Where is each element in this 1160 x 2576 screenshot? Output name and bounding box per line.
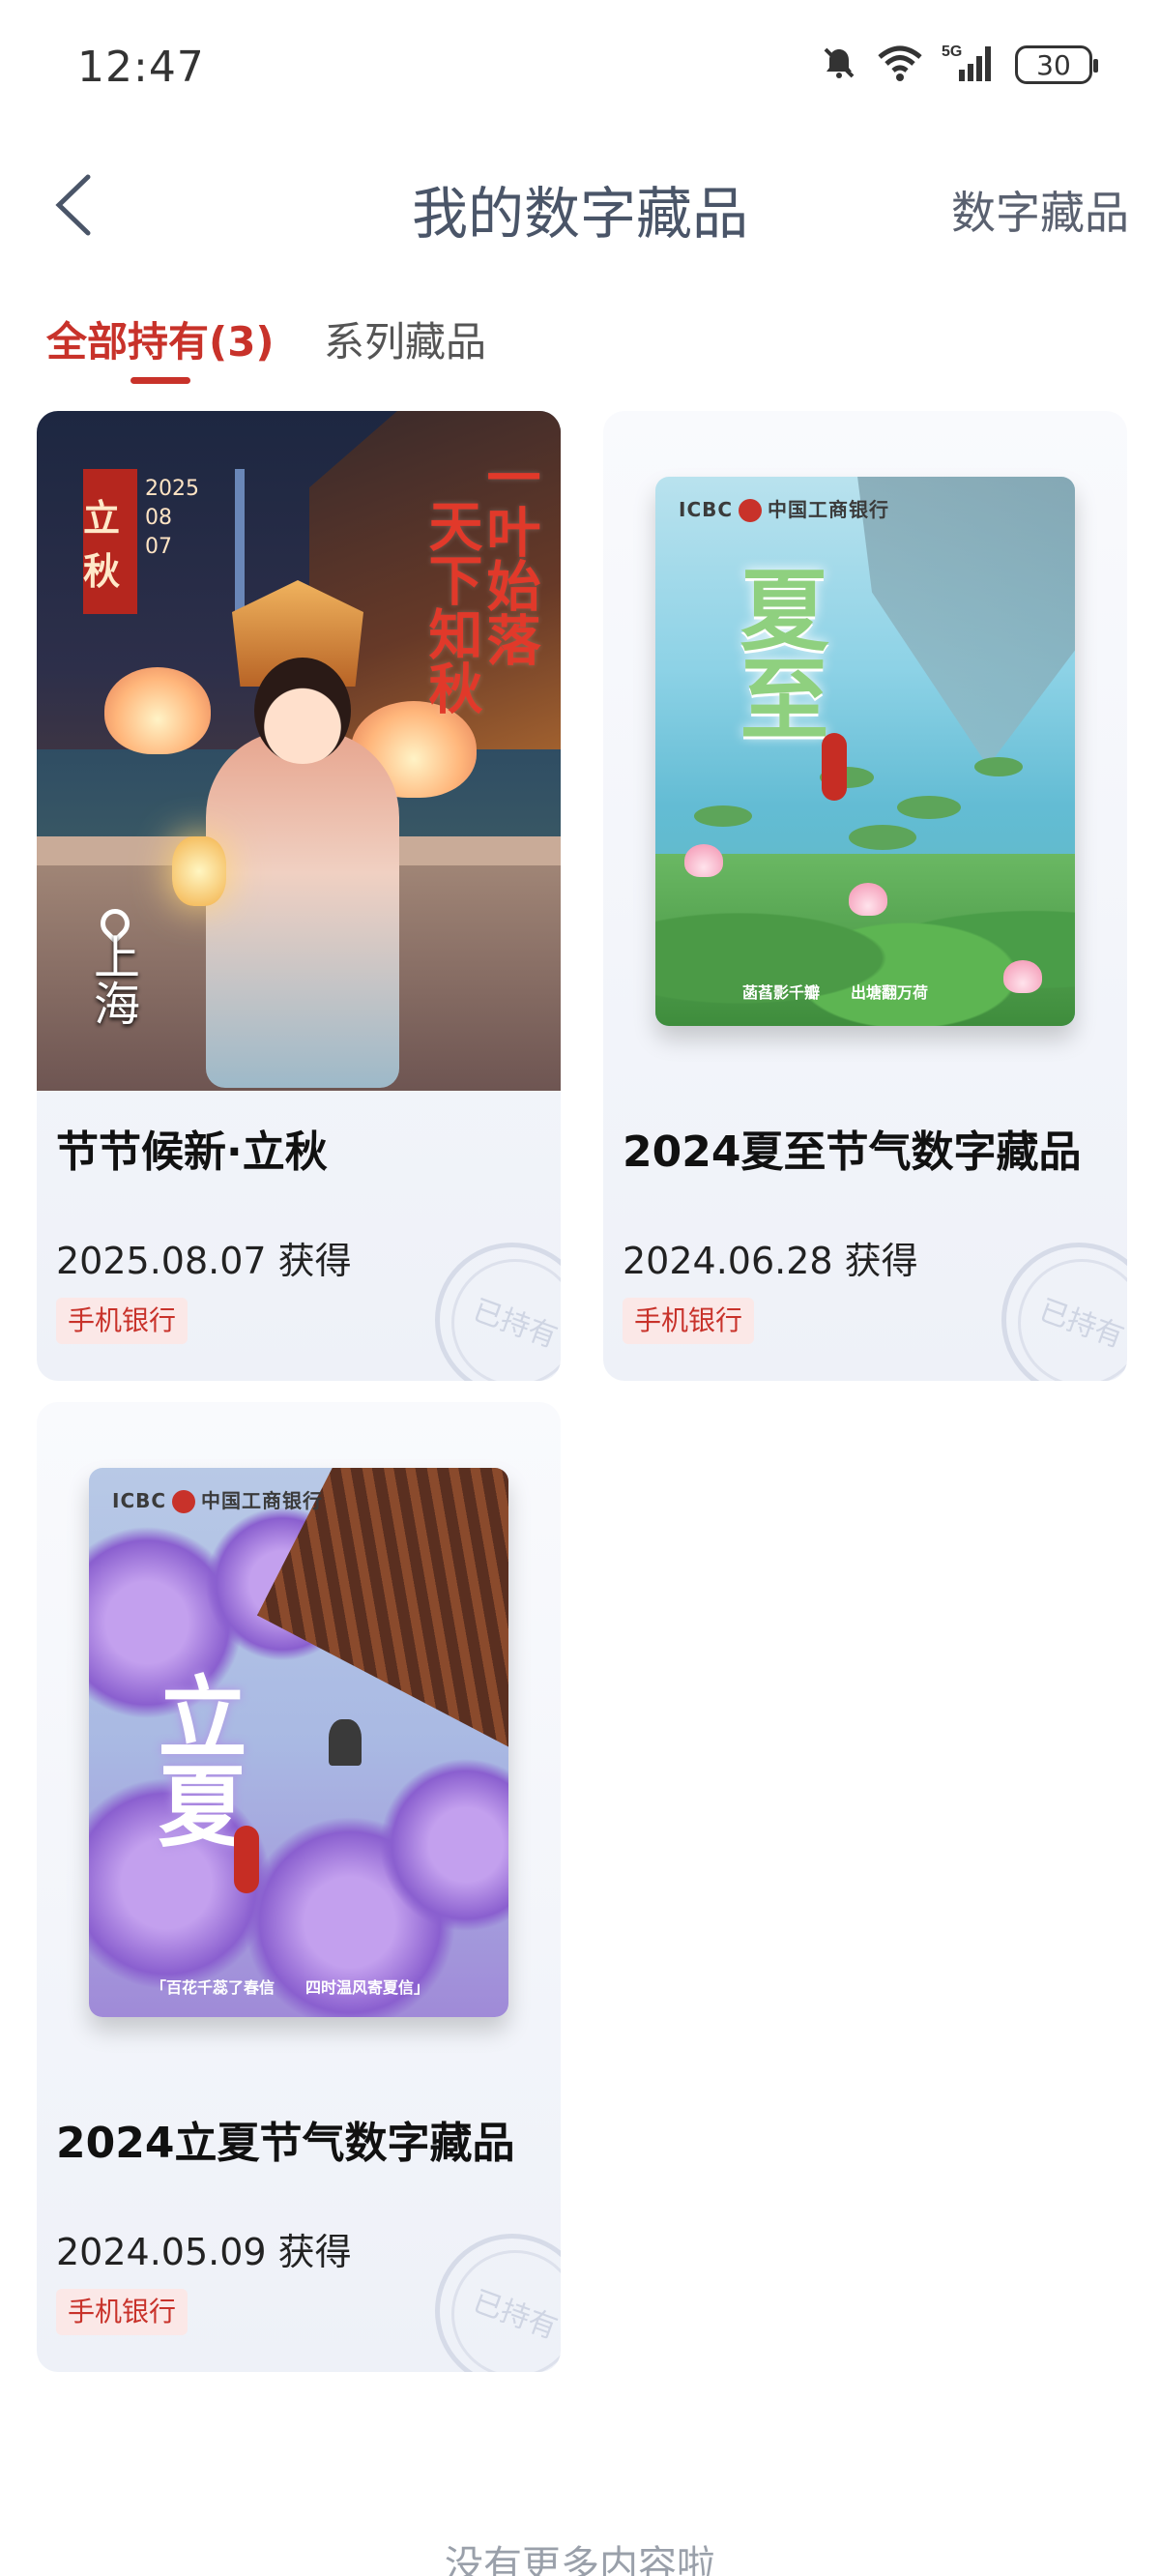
art-lily-pad: [694, 805, 752, 827]
collectible-title: 节节候新·立秋: [56, 1127, 328, 1177]
art-poem-line: 天下知秋: [420, 498, 483, 715]
end-of-list-text: 没有更多内容啦: [445, 2543, 715, 2576]
bell-muted-icon: [820, 44, 858, 86]
art-lily-pad: [974, 756, 1023, 776]
art-red-seal: [822, 732, 847, 801]
art-girl-figure: [206, 730, 399, 1088]
art-lotus-flower: [849, 882, 887, 916]
collectible-card[interactable]: 立秋 2025 08 07 一叶始落 天下知秋 上海 节节候新·立秋 2025.…: [37, 411, 561, 1381]
artwork-poster: ICBC 中国工商银行 夏至 菡萏影千瓣 出塘翻万荷: [655, 476, 1075, 1026]
status-time: 12:47: [77, 43, 205, 92]
cellular-signal-icon: 5G: [942, 43, 998, 87]
collectible-artwork: ICBC 中国工商银行 夏至 菡萏影千瓣 出塘翻万荷: [603, 411, 1127, 1091]
collectible-date: 2024.05.09 获得: [56, 2231, 352, 2273]
art-red-seal: [234, 1825, 259, 1893]
art-lily-pad: [849, 824, 916, 850]
status-bar: 12:47 5G 30: [0, 0, 1160, 135]
battery-level: 30: [1036, 48, 1071, 81]
art-lantern: [172, 836, 226, 906]
collectible-date: 2025.08.07 获得: [56, 1240, 352, 1282]
art-caption: 菡萏影千瓣 出塘翻万荷: [742, 982, 929, 1002]
art-lotus-flower: [1003, 959, 1042, 993]
art-wind-bell: [329, 1718, 362, 1766]
source-badge: 手机银行: [56, 1298, 188, 1344]
collectible-title: 2024立夏节气数字藏品: [56, 2119, 515, 2168]
collectible-date: 2024.06.28 获得: [623, 1240, 918, 1282]
collectible-artwork: ICBC 中国工商银行 立夏 「百花千蕊了春信 四时温风寄夏信」: [37, 1402, 561, 2082]
collectible-artwork: 立秋 2025 08 07 一叶始落 天下知秋 上海: [37, 411, 561, 1091]
owned-stamp: 已持有: [1001, 1243, 1127, 1381]
network-type-label: 5G: [942, 44, 962, 60]
collectible-title: 2024夏至节气数字藏品: [623, 1127, 1082, 1177]
tab-bar: 全部持有(3) 系列藏品: [0, 309, 1160, 387]
owned-stamp: 已持有: [435, 2234, 561, 2372]
active-tab-indicator: [130, 377, 190, 384]
art-seal-date: 2025 08 07: [145, 477, 199, 559]
art-solar-term-name: 立夏: [143, 1670, 247, 1849]
art-city-label: 上海: [85, 933, 139, 1026]
art-lotus: [104, 667, 211, 754]
tab-series[interactable]: 系列藏品: [324, 309, 486, 368]
art-girl-head: [254, 658, 351, 764]
status-icons: 5G 30: [820, 43, 1098, 87]
source-badge: 手机银行: [56, 2289, 188, 2335]
tab-all-owned[interactable]: 全部持有(3): [46, 309, 275, 368]
owned-stamp: 已持有: [435, 1243, 561, 1381]
page-header: 我的数字藏品 数字藏品: [0, 145, 1160, 266]
art-caption: 「百花千蕊了春信 四时温风寄夏信」: [151, 1977, 430, 1997]
source-badge: 手机银行: [623, 1298, 755, 1344]
art-seal-text: 立秋: [83, 496, 121, 593]
art-solar-term-name: 夏至: [725, 563, 829, 742]
collectible-card[interactable]: ICBC 中国工商银行 立夏 「百花千蕊了春信 四时温风寄夏信」 2024立夏节气…: [37, 1402, 561, 2372]
wifi-icon: [876, 44, 924, 86]
collectible-card[interactable]: ICBC 中国工商银行 夏至 菡萏影千瓣 出塘翻万荷 2024夏至节气数字藏品 2…: [603, 411, 1127, 1381]
art-poem-line: 一叶始落: [478, 450, 541, 666]
icbc-logo: ICBC 中国工商银行: [679, 497, 890, 522]
art-lotus-flower: [684, 843, 723, 877]
digital-collectibles-link[interactable]: 数字藏品: [951, 178, 1129, 242]
art-date-seal: 立秋: [83, 469, 137, 614]
icbc-logo: ICBC 中国工商银行: [112, 1488, 324, 1513]
battery-indicator: 30: [1015, 45, 1098, 84]
artwork-poster: ICBC 中国工商银行 立夏 「百花千蕊了春信 四时温风寄夏信」: [89, 1467, 508, 2017]
art-lily-pad: [897, 795, 961, 819]
